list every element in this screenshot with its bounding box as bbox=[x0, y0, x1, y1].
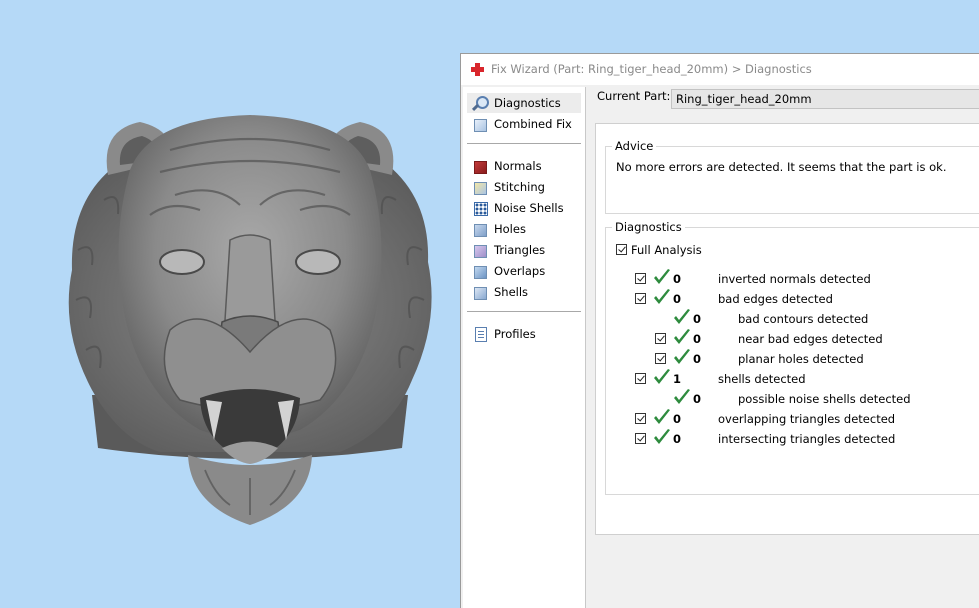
diagnostic-label: overlapping triangles detected bbox=[718, 412, 896, 426]
title-bar: Fix Wizard (Part: Ring_tiger_head_20mm) … bbox=[461, 54, 979, 85]
nav-item-label: Diagnostics bbox=[494, 96, 561, 110]
triangles-icon bbox=[472, 242, 488, 258]
nav-item-holes[interactable]: Holes bbox=[467, 219, 581, 239]
nav-item-label: Overlaps bbox=[494, 264, 546, 278]
nav-item-stitching[interactable]: Stitching bbox=[467, 177, 581, 197]
diagnostic-label: near bad edges detected bbox=[738, 332, 883, 346]
green-check-icon bbox=[674, 389, 690, 404]
nav-item-combined-fix[interactable]: Combined Fix bbox=[467, 114, 581, 134]
green-check-icon bbox=[654, 289, 670, 304]
nav-item-label: Noise Shells bbox=[494, 201, 564, 215]
diagnostic-label: inverted normals detected bbox=[718, 272, 871, 286]
diagnostic-label: planar holes detected bbox=[738, 352, 864, 366]
diagnostic-checkbox[interactable] bbox=[635, 433, 646, 444]
diagnostic-label: bad contours detected bbox=[738, 312, 869, 326]
diagnostic-count: 0 bbox=[673, 272, 682, 286]
diagnostics-panel: Advice No more errors are detected. It s… bbox=[595, 123, 979, 535]
nav-item-noise-shells[interactable]: Noise Shells bbox=[467, 198, 581, 218]
normals-icon bbox=[472, 158, 488, 174]
nav-item-label: Triangles bbox=[494, 243, 546, 257]
nav-item-profiles[interactable]: Profiles bbox=[467, 324, 581, 344]
diagnostic-checkbox[interactable] bbox=[635, 273, 646, 284]
nav-item-overlaps[interactable]: Overlaps bbox=[467, 261, 581, 281]
red-cross-icon bbox=[471, 63, 484, 76]
nav-separator bbox=[467, 311, 581, 312]
diagnostic-checkbox[interactable] bbox=[655, 333, 666, 344]
holes-icon bbox=[472, 221, 488, 237]
green-check-icon bbox=[674, 349, 690, 364]
profiles-icon bbox=[472, 326, 488, 342]
diagnostic-count: 0 bbox=[693, 392, 702, 406]
advice-group: Advice No more errors are detected. It s… bbox=[605, 139, 979, 214]
full-analysis-checkbox[interactable] bbox=[616, 244, 627, 255]
diagnostic-label: shells detected bbox=[718, 372, 806, 386]
nav-item-label: Combined Fix bbox=[494, 117, 572, 131]
combined-fix-icon bbox=[472, 116, 488, 132]
diagnostic-count: 1 bbox=[673, 372, 682, 386]
green-check-icon bbox=[654, 409, 670, 424]
diagnostics-group: Diagnostics Full Analysis 0 inverted norm… bbox=[605, 220, 979, 495]
nav-item-label: Holes bbox=[494, 222, 526, 236]
3d-viewport[interactable] bbox=[0, 0, 460, 607]
advice-title: Advice bbox=[612, 139, 657, 153]
diagnostic-count: 0 bbox=[693, 352, 702, 366]
diagnostic-count: 0 bbox=[693, 312, 702, 326]
noise-shells-icon bbox=[472, 200, 488, 216]
window-title: Fix Wizard (Part: Ring_tiger_head_20mm) … bbox=[491, 62, 812, 76]
green-check-icon bbox=[654, 269, 670, 284]
nav-item-diagnostics[interactable]: Diagnostics bbox=[467, 93, 581, 113]
diagnostic-checkbox[interactable] bbox=[635, 413, 646, 424]
nav-item-label: Profiles bbox=[494, 327, 536, 341]
nav-item-label: Shells bbox=[494, 285, 529, 299]
nav-item-label: Stitching bbox=[494, 180, 545, 194]
diagnostic-count: 0 bbox=[673, 432, 682, 446]
diagnostics-page: Current Part: Ring_tiger_head_20mm Advic… bbox=[587, 87, 979, 608]
diagnostic-count: 0 bbox=[673, 292, 682, 306]
magnifier-icon bbox=[471, 95, 489, 112]
overlaps-icon bbox=[472, 263, 488, 279]
nav-separator bbox=[467, 143, 581, 144]
diagnostic-label: intersecting triangles detected bbox=[718, 432, 896, 446]
nav-item-shells[interactable]: Shells bbox=[467, 282, 581, 302]
current-part-field: Ring_tiger_head_20mm bbox=[671, 89, 979, 109]
fix-wizard-window: Fix Wizard (Part: Ring_tiger_head_20mm) … bbox=[460, 53, 979, 608]
stitching-icon bbox=[472, 179, 488, 195]
wizard-nav: Diagnostics Combined Fix Normals Stitchi… bbox=[463, 87, 586, 608]
diagnostic-checkbox[interactable] bbox=[655, 353, 666, 364]
diagnostic-label: bad edges detected bbox=[718, 292, 833, 306]
diagnostic-label: possible noise shells detected bbox=[738, 392, 911, 406]
diagnostic-checkbox[interactable] bbox=[635, 373, 646, 384]
full-analysis-label: Full Analysis bbox=[631, 243, 702, 257]
diagnostic-count: 0 bbox=[673, 412, 682, 426]
diagnostics-title: Diagnostics bbox=[612, 220, 685, 234]
green-check-icon bbox=[674, 329, 690, 344]
current-part-label: Current Part: bbox=[597, 89, 671, 103]
diagnostic-checkbox[interactable] bbox=[635, 293, 646, 304]
green-check-icon bbox=[674, 309, 690, 324]
green-check-icon bbox=[654, 429, 670, 444]
nav-item-triangles[interactable]: Triangles bbox=[467, 240, 581, 260]
shells-icon bbox=[472, 284, 488, 300]
advice-text: No more errors are detected. It seems th… bbox=[616, 160, 947, 174]
nav-item-normals[interactable]: Normals bbox=[467, 156, 581, 176]
nav-item-label: Normals bbox=[494, 159, 542, 173]
diagnostic-count: 0 bbox=[693, 332, 702, 346]
green-check-icon bbox=[654, 369, 670, 384]
tiger-head-model bbox=[68, 115, 432, 525]
